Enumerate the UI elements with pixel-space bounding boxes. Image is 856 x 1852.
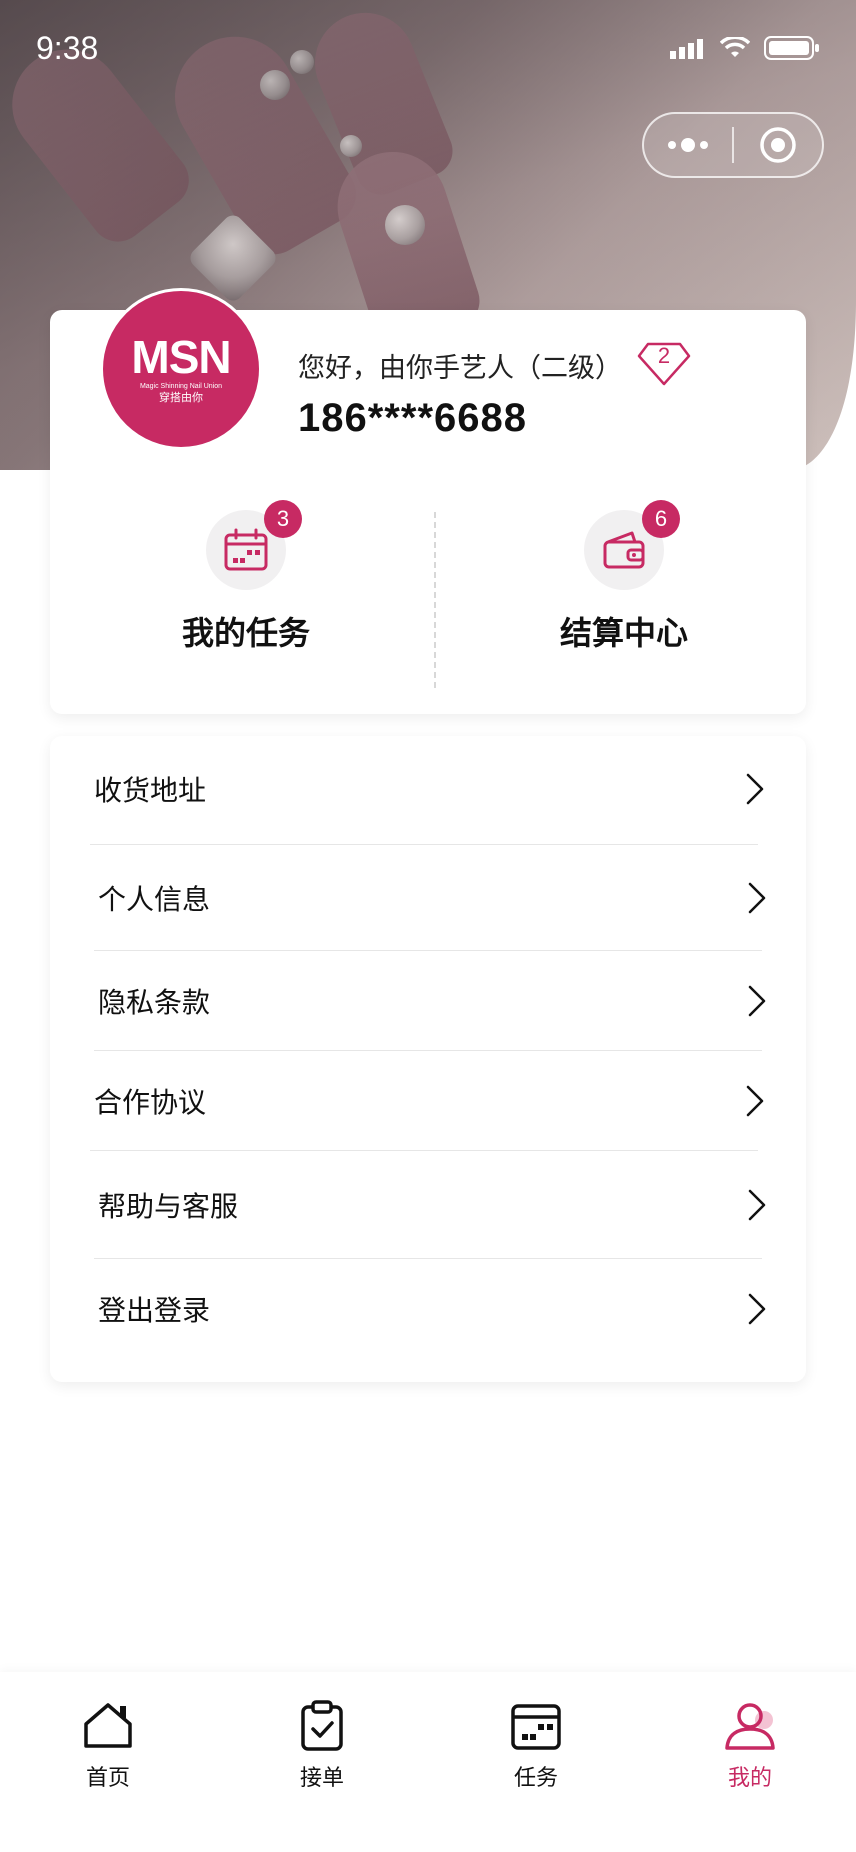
menu-item-help-support[interactable]: 帮助与客服	[50, 1151, 806, 1259]
wifi-icon	[720, 37, 750, 57]
tab-home[interactable]: 首页	[53, 1698, 163, 1798]
chevron-right-icon	[746, 1085, 764, 1117]
tab-orders[interactable]: 接单	[267, 1698, 377, 1798]
my-tasks-count-badge: 3	[264, 500, 302, 538]
phone-number: 186****6688	[298, 396, 527, 440]
settlement-center-label: 结算中心	[559, 614, 688, 652]
user-icon	[725, 1703, 775, 1750]
calendar-icon	[511, 1704, 561, 1750]
calendar-icon	[224, 528, 268, 571]
tab-label: 任务	[513, 1766, 558, 1791]
target-close-icon	[760, 127, 796, 163]
settlement-count-badge: 6	[642, 500, 680, 538]
my-tasks-label: 我的任务	[181, 614, 310, 652]
chevron-right-icon	[748, 882, 766, 914]
avatar-logo: MSN	[131, 331, 231, 383]
tab-mine[interactable]: 我的	[695, 1698, 805, 1798]
menu-item-label: 收货地址	[94, 774, 207, 807]
tab-tasks[interactable]: 任务	[481, 1698, 591, 1798]
home-icon	[84, 1703, 132, 1748]
avatar-logo-cn: 穿搭由你	[159, 391, 203, 404]
more-menu-button[interactable]	[644, 114, 732, 176]
level-badge: 2	[636, 340, 692, 388]
menu-item-shipping-address[interactable]: 收货地址	[50, 736, 806, 842]
quick-actions-divider	[434, 512, 436, 688]
status-icons	[670, 36, 820, 60]
tab-label: 首页	[85, 1766, 130, 1791]
menu-item-label: 合作协议	[94, 1086, 207, 1119]
close-miniprogram-button[interactable]	[734, 114, 822, 176]
status-bar: 9:38	[0, 0, 856, 100]
chevron-right-icon	[746, 773, 764, 805]
settlement-center-button[interactable]: 6 结算中心	[484, 500, 764, 658]
menu-card: 收货地址 个人信息 隐私条款 合作协议 帮助与客服 登出登录	[50, 736, 806, 1382]
greeting-text: 您好，由你手艺人（二级）	[298, 353, 622, 384]
chevron-right-icon	[748, 1189, 766, 1221]
bottom-tab-bar: 首页 接单 任务 我的	[0, 1672, 856, 1852]
menu-item-privacy-policy[interactable]: 隐私条款	[50, 951, 806, 1051]
tab-label: 我的	[727, 1766, 772, 1791]
battery-icon	[764, 36, 819, 60]
level-number: 2	[657, 343, 671, 368]
my-tasks-button[interactable]: 3 我的任务	[106, 500, 386, 658]
tab-label: 接单	[299, 1766, 344, 1791]
avatar[interactable]: MSN Magic Shinning Nail Union 穿搭由你	[100, 288, 262, 450]
menu-divider	[90, 844, 758, 845]
chevron-right-icon	[748, 1293, 766, 1325]
menu-item-logout[interactable]: 登出登录	[50, 1259, 806, 1359]
chevron-right-icon	[748, 985, 766, 1017]
menu-item-personal-info[interactable]: 个人信息	[50, 846, 806, 950]
menu-item-label: 个人信息	[98, 883, 211, 916]
menu-item-label: 隐私条款	[98, 986, 211, 1019]
menu-item-label: 帮助与客服	[98, 1190, 239, 1223]
menu-item-label: 登出登录	[98, 1294, 211, 1327]
miniprogram-capsule	[642, 112, 824, 178]
clipboard-check-icon	[301, 1700, 343, 1751]
wallet-icon	[603, 531, 645, 569]
status-time: 9:38	[36, 30, 99, 66]
more-dots-icon	[668, 138, 708, 152]
menu-item-cooperation-agreement[interactable]: 合作协议	[50, 1051, 806, 1151]
signal-icon	[670, 39, 703, 59]
